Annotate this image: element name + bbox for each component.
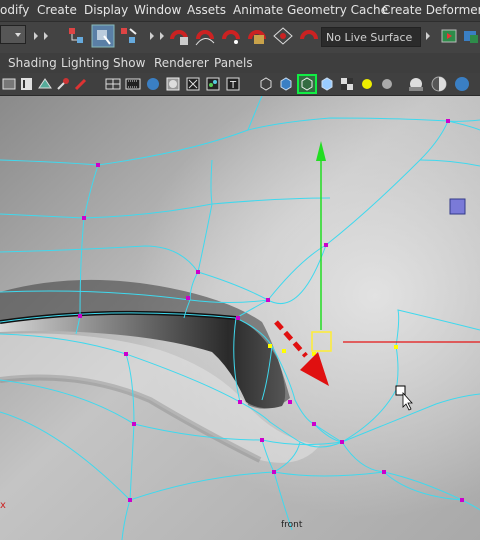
camera-name-label: front bbox=[281, 520, 303, 530]
panel-menu-lighting[interactable]: Lighting bbox=[61, 56, 110, 70]
grid-icon[interactable] bbox=[105, 76, 121, 96]
wireframe-icon[interactable] bbox=[205, 76, 221, 96]
menu-assets[interactable]: Assets bbox=[187, 3, 226, 17]
panel-menu-bar: Shading Lighting Show Renderer Panels bbox=[0, 53, 480, 73]
shadows-icon[interactable] bbox=[339, 76, 355, 96]
camera-select-icon[interactable] bbox=[462, 27, 480, 49]
anti-aliasing-icon[interactable] bbox=[407, 75, 425, 97]
menu-display[interactable]: Display bbox=[84, 3, 128, 17]
3d-viewport[interactable] bbox=[0, 96, 480, 540]
screen-space-ao-icon[interactable] bbox=[359, 76, 375, 96]
2d-pan-zoom-icon[interactable] bbox=[55, 76, 71, 96]
render-icon[interactable] bbox=[440, 27, 458, 49]
panel-menu-show[interactable]: Show bbox=[113, 56, 145, 70]
camera-attr-icon[interactable] bbox=[1, 76, 17, 96]
grease-pencil-icon[interactable] bbox=[73, 76, 89, 96]
menu-modify[interactable]: odify bbox=[0, 3, 29, 17]
viewport-canvas bbox=[0, 96, 480, 540]
snap-to-grid-icon[interactable] bbox=[168, 25, 190, 51]
menu-animate[interactable]: Animate bbox=[233, 3, 283, 17]
make-live-icon[interactable] bbox=[272, 25, 294, 51]
depth-of-field-icon[interactable] bbox=[430, 75, 448, 97]
menu-create[interactable]: Create bbox=[37, 3, 77, 17]
snap-to-point-icon[interactable] bbox=[220, 25, 242, 51]
menu-window[interactable]: Window bbox=[134, 3, 181, 17]
snap-to-curve-icon[interactable] bbox=[194, 25, 216, 51]
snap-to-view-plane-icon[interactable] bbox=[246, 25, 268, 51]
motion-blur-icon[interactable] bbox=[379, 76, 395, 96]
film-gate-icon[interactable] bbox=[125, 76, 141, 96]
bookmark-icon[interactable] bbox=[19, 76, 35, 96]
use-all-lights-icon[interactable] bbox=[319, 76, 335, 96]
select-by-hierarchy-icon[interactable] bbox=[66, 25, 88, 51]
select-by-object-icon[interactable] bbox=[91, 24, 115, 52]
panel-menu-panels[interactable]: Panels bbox=[214, 56, 253, 70]
blue-object-marker bbox=[449, 198, 466, 215]
panel-menu-shading[interactable]: Shading bbox=[8, 56, 57, 70]
svg-text:T: T bbox=[229, 80, 237, 91]
wireframe-on-shaded-icon[interactable] bbox=[258, 76, 274, 96]
textured-icon[interactable] bbox=[297, 74, 317, 98]
main-menu-bar: odify Create Display Window Assets Anima… bbox=[0, 0, 480, 21]
select-by-component-icon[interactable] bbox=[118, 25, 140, 51]
menu-geometry-cache[interactable]: Geometry Cache bbox=[287, 3, 388, 17]
axis-indicator-x: x bbox=[0, 500, 6, 511]
live-surface-field[interactable]: No Live Surface bbox=[321, 27, 421, 47]
safe-title-icon[interactable] bbox=[185, 76, 201, 96]
safe-action-icon[interactable] bbox=[165, 76, 181, 96]
xray-icon[interactable] bbox=[278, 76, 294, 96]
render-preview-sphere-icon[interactable] bbox=[453, 75, 471, 97]
history-icon[interactable] bbox=[298, 25, 320, 51]
resolution-gate-icon[interactable] bbox=[145, 76, 161, 96]
smooth-shade-icon[interactable]: T bbox=[225, 76, 241, 96]
menu-create-deformers[interactable]: Create Deformers bbox=[382, 3, 480, 17]
image-plane-icon[interactable] bbox=[37, 76, 53, 96]
panel-menu-renderer[interactable]: Renderer bbox=[154, 56, 209, 70]
